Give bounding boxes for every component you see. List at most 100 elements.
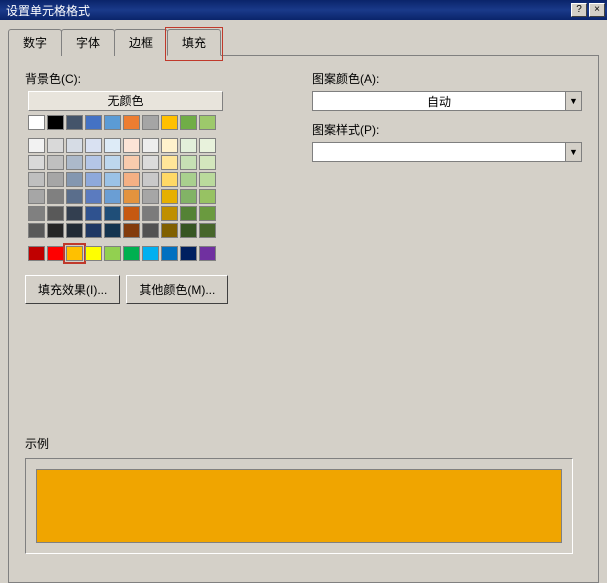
color-swatch[interactable] [199, 206, 216, 221]
color-swatch[interactable] [180, 246, 197, 261]
tab-border[interactable]: 边框 [114, 29, 168, 56]
color-swatch[interactable] [47, 138, 64, 153]
color-swatch[interactable] [47, 155, 64, 170]
color-swatch[interactable] [123, 138, 140, 153]
dialog-body: 数字 字体 边框 填充 背景色(C): 无颜色 填充效果(I)... 其 [0, 20, 607, 581]
color-swatch[interactable] [199, 223, 216, 238]
chevron-down-icon[interactable]: ▼ [565, 92, 581, 110]
color-swatch[interactable] [85, 172, 102, 187]
color-swatch[interactable] [142, 189, 159, 204]
color-swatch[interactable] [199, 155, 216, 170]
color-swatch[interactable] [123, 206, 140, 221]
color-swatch[interactable] [123, 155, 140, 170]
color-swatch[interactable] [142, 155, 159, 170]
chevron-down-icon[interactable]: ▼ [565, 143, 581, 161]
fill-effects-button[interactable]: 填充效果(I)... [25, 275, 120, 304]
color-swatch[interactable] [66, 138, 83, 153]
color-swatch[interactable] [199, 246, 216, 261]
btn-label: 其他颜色(M)... [139, 283, 215, 297]
color-swatch[interactable] [142, 223, 159, 238]
color-swatch[interactable] [66, 115, 83, 130]
color-swatch[interactable] [104, 206, 121, 221]
color-swatch[interactable] [161, 138, 178, 153]
color-swatch[interactable] [123, 115, 140, 130]
color-swatch[interactable] [85, 206, 102, 221]
color-swatch[interactable] [161, 115, 178, 130]
color-swatch[interactable] [104, 155, 121, 170]
color-swatch[interactable] [66, 172, 83, 187]
color-swatch[interactable] [180, 223, 197, 238]
no-color-button[interactable]: 无颜色 [28, 91, 223, 111]
color-swatch[interactable] [28, 206, 45, 221]
color-swatch[interactable] [142, 246, 159, 261]
color-swatch[interactable] [180, 155, 197, 170]
close-button[interactable]: × [589, 3, 605, 17]
color-swatch[interactable] [28, 115, 45, 130]
color-swatch[interactable] [123, 172, 140, 187]
color-swatch[interactable] [161, 155, 178, 170]
color-swatch[interactable] [28, 189, 45, 204]
color-swatch[interactable] [123, 189, 140, 204]
window-title: 设置单元格格式 [6, 2, 569, 19]
tab-number[interactable]: 数字 [8, 29, 62, 56]
color-swatch[interactable] [142, 206, 159, 221]
color-swatch[interactable] [104, 138, 121, 153]
color-swatch[interactable] [85, 246, 102, 261]
color-swatch[interactable] [28, 172, 45, 187]
color-swatch[interactable] [180, 206, 197, 221]
color-swatch[interactable] [142, 138, 159, 153]
color-swatch[interactable] [85, 138, 102, 153]
tab-label: 数字 [23, 36, 47, 50]
color-swatch[interactable] [161, 206, 178, 221]
color-swatch[interactable] [199, 138, 216, 153]
color-swatch[interactable] [199, 172, 216, 187]
color-swatch[interactable] [85, 189, 102, 204]
color-swatch[interactable] [66, 189, 83, 204]
pattern-section: 图案颜色(A): 自动 ▼ 图案样式(P): ▼ [312, 70, 582, 304]
color-swatch[interactable] [66, 155, 83, 170]
color-swatch[interactable] [28, 246, 45, 261]
color-swatch[interactable] [199, 115, 216, 130]
color-swatch[interactable] [161, 246, 178, 261]
color-swatch[interactable] [161, 223, 178, 238]
color-swatch[interactable] [104, 115, 121, 130]
color-swatch[interactable] [180, 138, 197, 153]
color-swatch[interactable] [47, 206, 64, 221]
more-colors-button[interactable]: 其他颜色(M)... [126, 275, 228, 304]
color-swatch[interactable] [104, 189, 121, 204]
color-swatch[interactable] [161, 172, 178, 187]
color-swatch[interactable] [85, 223, 102, 238]
color-swatch[interactable] [104, 246, 121, 261]
color-swatch[interactable] [28, 223, 45, 238]
color-swatch[interactable] [28, 138, 45, 153]
pattern-color-dropdown[interactable]: 自动 ▼ [312, 91, 582, 111]
help-button[interactable]: ? [571, 3, 587, 17]
tab-fill[interactable]: 填充 [167, 29, 221, 56]
color-swatch[interactable] [180, 115, 197, 130]
color-swatch[interactable] [66, 206, 83, 221]
color-swatch[interactable] [47, 115, 64, 130]
color-swatch[interactable] [142, 115, 159, 130]
color-swatch[interactable] [142, 172, 159, 187]
color-swatch[interactable] [66, 223, 83, 238]
color-swatch[interactable] [104, 172, 121, 187]
no-color-text: 无颜色 [107, 94, 143, 108]
color-swatch[interactable] [28, 155, 45, 170]
color-swatch[interactable] [180, 172, 197, 187]
color-swatch[interactable] [47, 189, 64, 204]
color-swatch[interactable] [161, 189, 178, 204]
color-swatch[interactable] [123, 223, 140, 238]
color-swatch[interactable] [180, 189, 197, 204]
color-swatch[interactable] [47, 246, 64, 261]
color-swatch[interactable] [85, 115, 102, 130]
color-swatch[interactable] [47, 223, 64, 238]
tab-font[interactable]: 字体 [61, 29, 115, 56]
bg-color-label: 背景色(C): [25, 70, 282, 87]
color-swatch[interactable] [66, 246, 83, 261]
color-swatch[interactable] [47, 172, 64, 187]
color-swatch[interactable] [104, 223, 121, 238]
pattern-style-dropdown[interactable]: ▼ [312, 142, 582, 162]
color-swatch[interactable] [123, 246, 140, 261]
color-swatch[interactable] [85, 155, 102, 170]
color-swatch[interactable] [199, 189, 216, 204]
